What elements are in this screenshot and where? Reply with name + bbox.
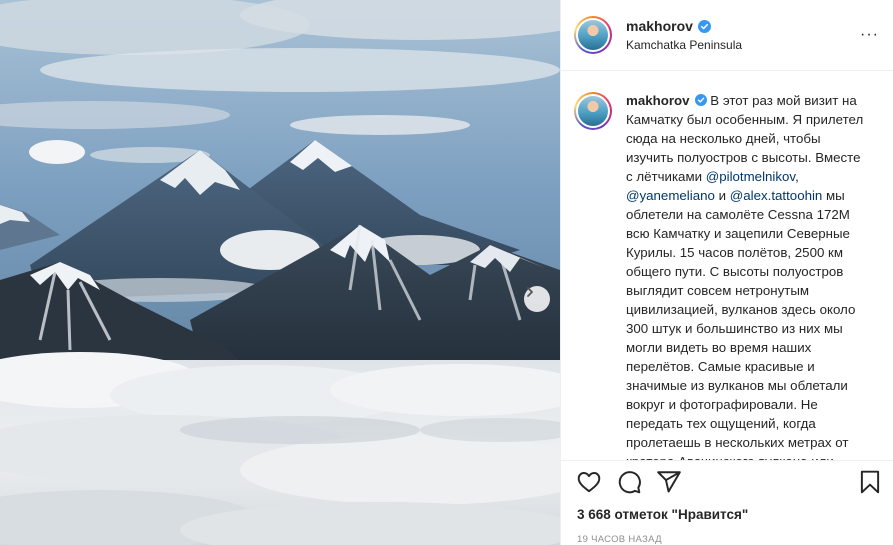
action-bar — [561, 461, 893, 503]
avatar[interactable] — [574, 16, 612, 54]
post-header: makhorov Kamchatka Peninsula ··· — [561, 0, 893, 71]
caption-avatar[interactable] — [574, 92, 612, 130]
username-link[interactable]: makhorov — [626, 18, 742, 34]
verified-badge-icon — [697, 19, 711, 33]
post-dialog: makhorov Kamchatka Peninsula ··· makhoro… — [0, 0, 893, 545]
verified-badge-icon — [695, 94, 708, 106]
bookmark-icon[interactable] — [857, 469, 883, 495]
likes-count[interactable]: 3 668 отметок "Нравится" — [561, 503, 893, 531]
next-photo-button[interactable] — [524, 286, 550, 312]
mention-link[interactable]: @pilotmelnikov — [706, 169, 795, 184]
caption-area: makhorov В этот раз мой визит на Камчатк… — [561, 71, 893, 461]
post-side-panel: makhorov Kamchatka Peninsula ··· makhoro… — [560, 0, 893, 545]
caption-text: makhorov В этот раз мой визит на Камчатк… — [626, 91, 866, 460]
caption-segment: , — [795, 169, 799, 184]
username-text: makhorov — [626, 18, 693, 34]
caption-username[interactable]: makhorov — [626, 93, 690, 108]
caption-segment: мы облетели на самолёте Cessna 172M всю … — [626, 188, 856, 460]
post-photo — [0, 0, 560, 545]
comment-icon[interactable] — [616, 469, 642, 495]
mention-link[interactable]: @yanemeliano — [626, 188, 715, 203]
heart-icon[interactable] — [576, 469, 602, 495]
mention-link[interactable]: @alex.tattoohin — [730, 188, 823, 203]
share-icon[interactable] — [656, 469, 682, 495]
chevron-right-icon — [527, 287, 533, 297]
caption-segment: и — [714, 188, 730, 203]
volcano-landscape-image — [0, 0, 560, 545]
more-options-button[interactable]: ··· — [860, 26, 879, 44]
header-text: makhorov Kamchatka Peninsula — [626, 18, 742, 52]
post-timestamp[interactable]: 19 часов назад — [561, 531, 893, 545]
location-link[interactable]: Kamchatka Peninsula — [626, 38, 742, 52]
